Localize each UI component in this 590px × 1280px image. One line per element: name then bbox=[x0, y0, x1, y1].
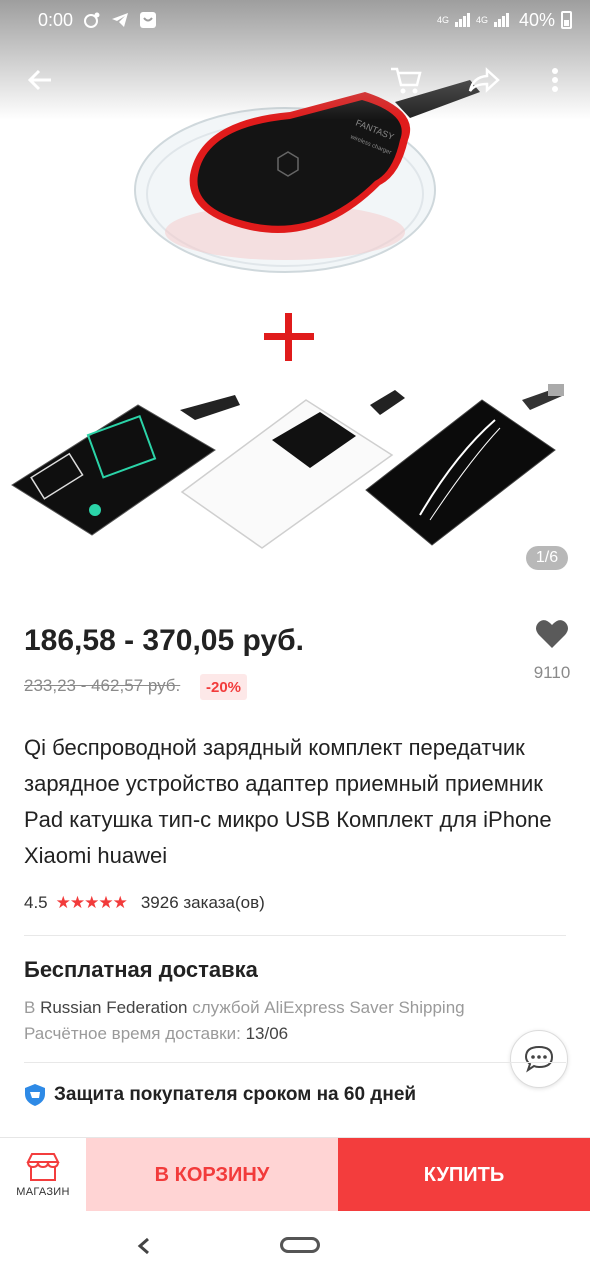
share-icon bbox=[468, 67, 500, 93]
delivery-estimate: Расчётное время доставки: 13/06 bbox=[24, 1024, 288, 1044]
signal-bars-1 bbox=[454, 13, 470, 27]
share-button[interactable] bbox=[464, 55, 504, 105]
protection-text: Защита покупателя сроком на 60 дней bbox=[54, 1084, 417, 1105]
gallery-page-counter: 1/6 bbox=[526, 546, 568, 570]
store-button[interactable]: МАГАЗИН bbox=[0, 1138, 86, 1212]
favorite-button[interactable] bbox=[528, 618, 576, 655]
plus-icon bbox=[264, 313, 314, 361]
add-to-cart-button[interactable]: В КОРЗИНУ bbox=[86, 1138, 338, 1212]
product-price: 186,58 - 370,05 руб. bbox=[24, 624, 304, 657]
discount-badge: -20% bbox=[200, 674, 248, 700]
product-gallery[interactable]: FANTASY wireless charger 1/6 bbox=[0, 0, 590, 600]
receiver-card-3 bbox=[365, 384, 564, 546]
network-type-2: 4G bbox=[475, 14, 488, 25]
store-icon bbox=[26, 1153, 60, 1181]
signal-icon-2: 4G bbox=[475, 14, 488, 25]
notification-icon bbox=[84, 12, 100, 28]
cart-button[interactable] bbox=[386, 55, 426, 105]
status-time: 0:00 bbox=[38, 9, 74, 30]
shipping-method: В Russian Federation службой AliExpress … bbox=[24, 998, 465, 1018]
bottom-action-bar: МАГАЗИН В КОРЗИНУ КУПИТЬ bbox=[0, 1137, 590, 1212]
shipping-prefix: В bbox=[24, 998, 41, 1017]
battery-percent: 40% bbox=[518, 9, 555, 30]
nav-back-icon[interactable] bbox=[134, 1231, 154, 1261]
shipping-title[interactable]: Бесплатная доставка bbox=[24, 957, 258, 983]
receiver-card-1 bbox=[11, 395, 240, 536]
telegram-icon bbox=[112, 13, 129, 27]
network-type-1: 4G bbox=[436, 14, 449, 25]
system-nav-bar bbox=[0, 1211, 590, 1280]
rating-row[interactable]: 4.5 ★★★★★ 3926 заказа(ов) bbox=[24, 893, 265, 913]
battery-icon bbox=[561, 11, 572, 29]
orders-count: 3926 заказа(ов) bbox=[140, 893, 265, 912]
rating-value: 4.5 bbox=[24, 893, 48, 912]
old-price: 233,23 - 462,57 руб. bbox=[24, 676, 181, 695]
divider bbox=[24, 1062, 566, 1063]
buy-now-button[interactable]: КУПИТЬ bbox=[338, 1138, 590, 1212]
cart-icon bbox=[391, 67, 422, 94]
back-button[interactable] bbox=[20, 55, 60, 105]
receiver-card-2 bbox=[180, 390, 405, 549]
status-bar: 0:00 4G 4G 40% bbox=[0, 0, 590, 40]
shield-icon bbox=[25, 1084, 45, 1106]
chat-button[interactable] bbox=[510, 1030, 568, 1088]
app-icon bbox=[140, 12, 157, 28]
chat-icon bbox=[524, 1045, 554, 1073]
arrow-left-icon bbox=[27, 69, 51, 91]
store-label: МАГАЗИН bbox=[16, 1186, 70, 1198]
delivery-label: Расчётное время доставки: bbox=[24, 1024, 246, 1043]
product-title: Qi беспроводной зарядный комплект переда… bbox=[24, 735, 552, 868]
top-toolbar bbox=[0, 55, 590, 105]
favorites-count: 9110 bbox=[533, 663, 571, 682]
signal-bars-2 bbox=[493, 13, 509, 27]
nav-home-button[interactable] bbox=[280, 1237, 320, 1253]
delivery-date: 13/06 bbox=[245, 1024, 289, 1043]
signal-icon-1: 4G bbox=[436, 14, 449, 25]
buyer-protection[interactable]: Защита покупателя сроком на 60 дней bbox=[24, 1083, 416, 1107]
rating-stars-icon: ★★★★★ bbox=[55, 893, 128, 912]
more-button[interactable] bbox=[540, 55, 570, 105]
more-vertical-icon bbox=[552, 68, 558, 92]
divider bbox=[24, 935, 566, 936]
shipping-service: службой AliExpress Saver Shipping bbox=[187, 998, 465, 1017]
heart-icon bbox=[536, 620, 568, 648]
shipping-country: Russian Federation bbox=[40, 998, 188, 1017]
